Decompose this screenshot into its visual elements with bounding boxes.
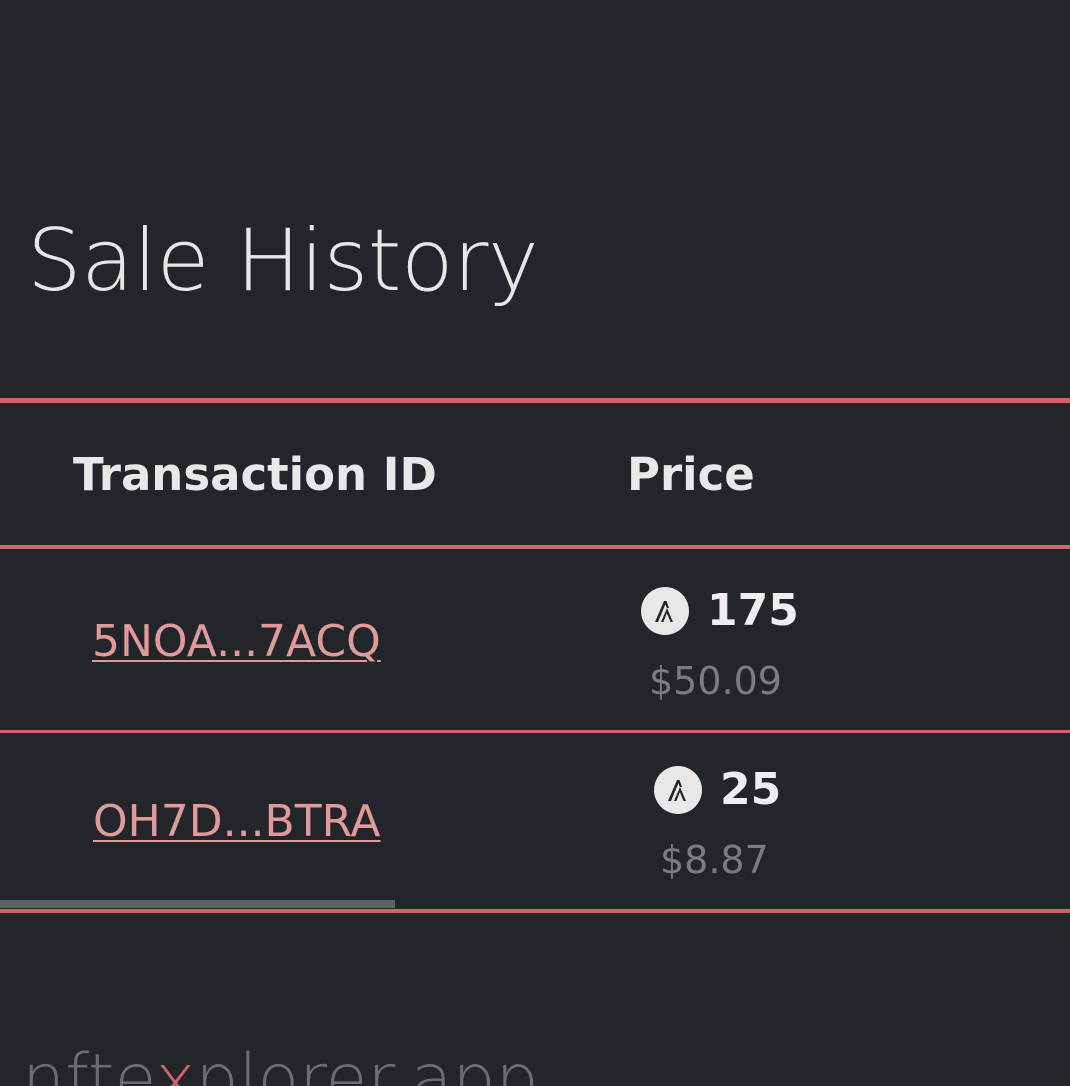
footer-brand[interactable]: nftexplorer.app xyxy=(22,1040,539,1086)
table-bottom-border xyxy=(0,909,1070,913)
price-usd: $8.87 xyxy=(660,838,769,882)
algorand-icon xyxy=(641,587,689,635)
brand-prefix: nfte xyxy=(22,1040,156,1086)
algorand-icon xyxy=(654,766,702,814)
brand-accent: x xyxy=(155,1040,196,1086)
horizontal-scrollbar[interactable] xyxy=(0,900,395,908)
table-row-divider xyxy=(0,730,1070,733)
price-algo-amount: 25 xyxy=(720,764,782,815)
transaction-id-link[interactable]: OH7D...BTRA xyxy=(93,794,381,850)
price-usd: $50.09 xyxy=(649,659,782,703)
table-top-border xyxy=(0,398,1070,403)
table-header-divider xyxy=(0,545,1070,549)
price-algo-amount: 175 xyxy=(707,585,799,636)
transaction-id-link[interactable]: 5NOA...7ACQ xyxy=(92,614,381,670)
sale-history-page: Sale History Transaction ID Price 5NOA..… xyxy=(0,0,1070,1086)
section-title: Sale History xyxy=(27,211,539,311)
brand-suffix: plorer.app xyxy=(195,1040,539,1086)
column-header-price: Price xyxy=(627,448,755,501)
price-algo: 175 xyxy=(641,583,799,639)
price-algo: 25 xyxy=(654,762,781,818)
column-header-transaction-id: Transaction ID xyxy=(73,448,437,501)
